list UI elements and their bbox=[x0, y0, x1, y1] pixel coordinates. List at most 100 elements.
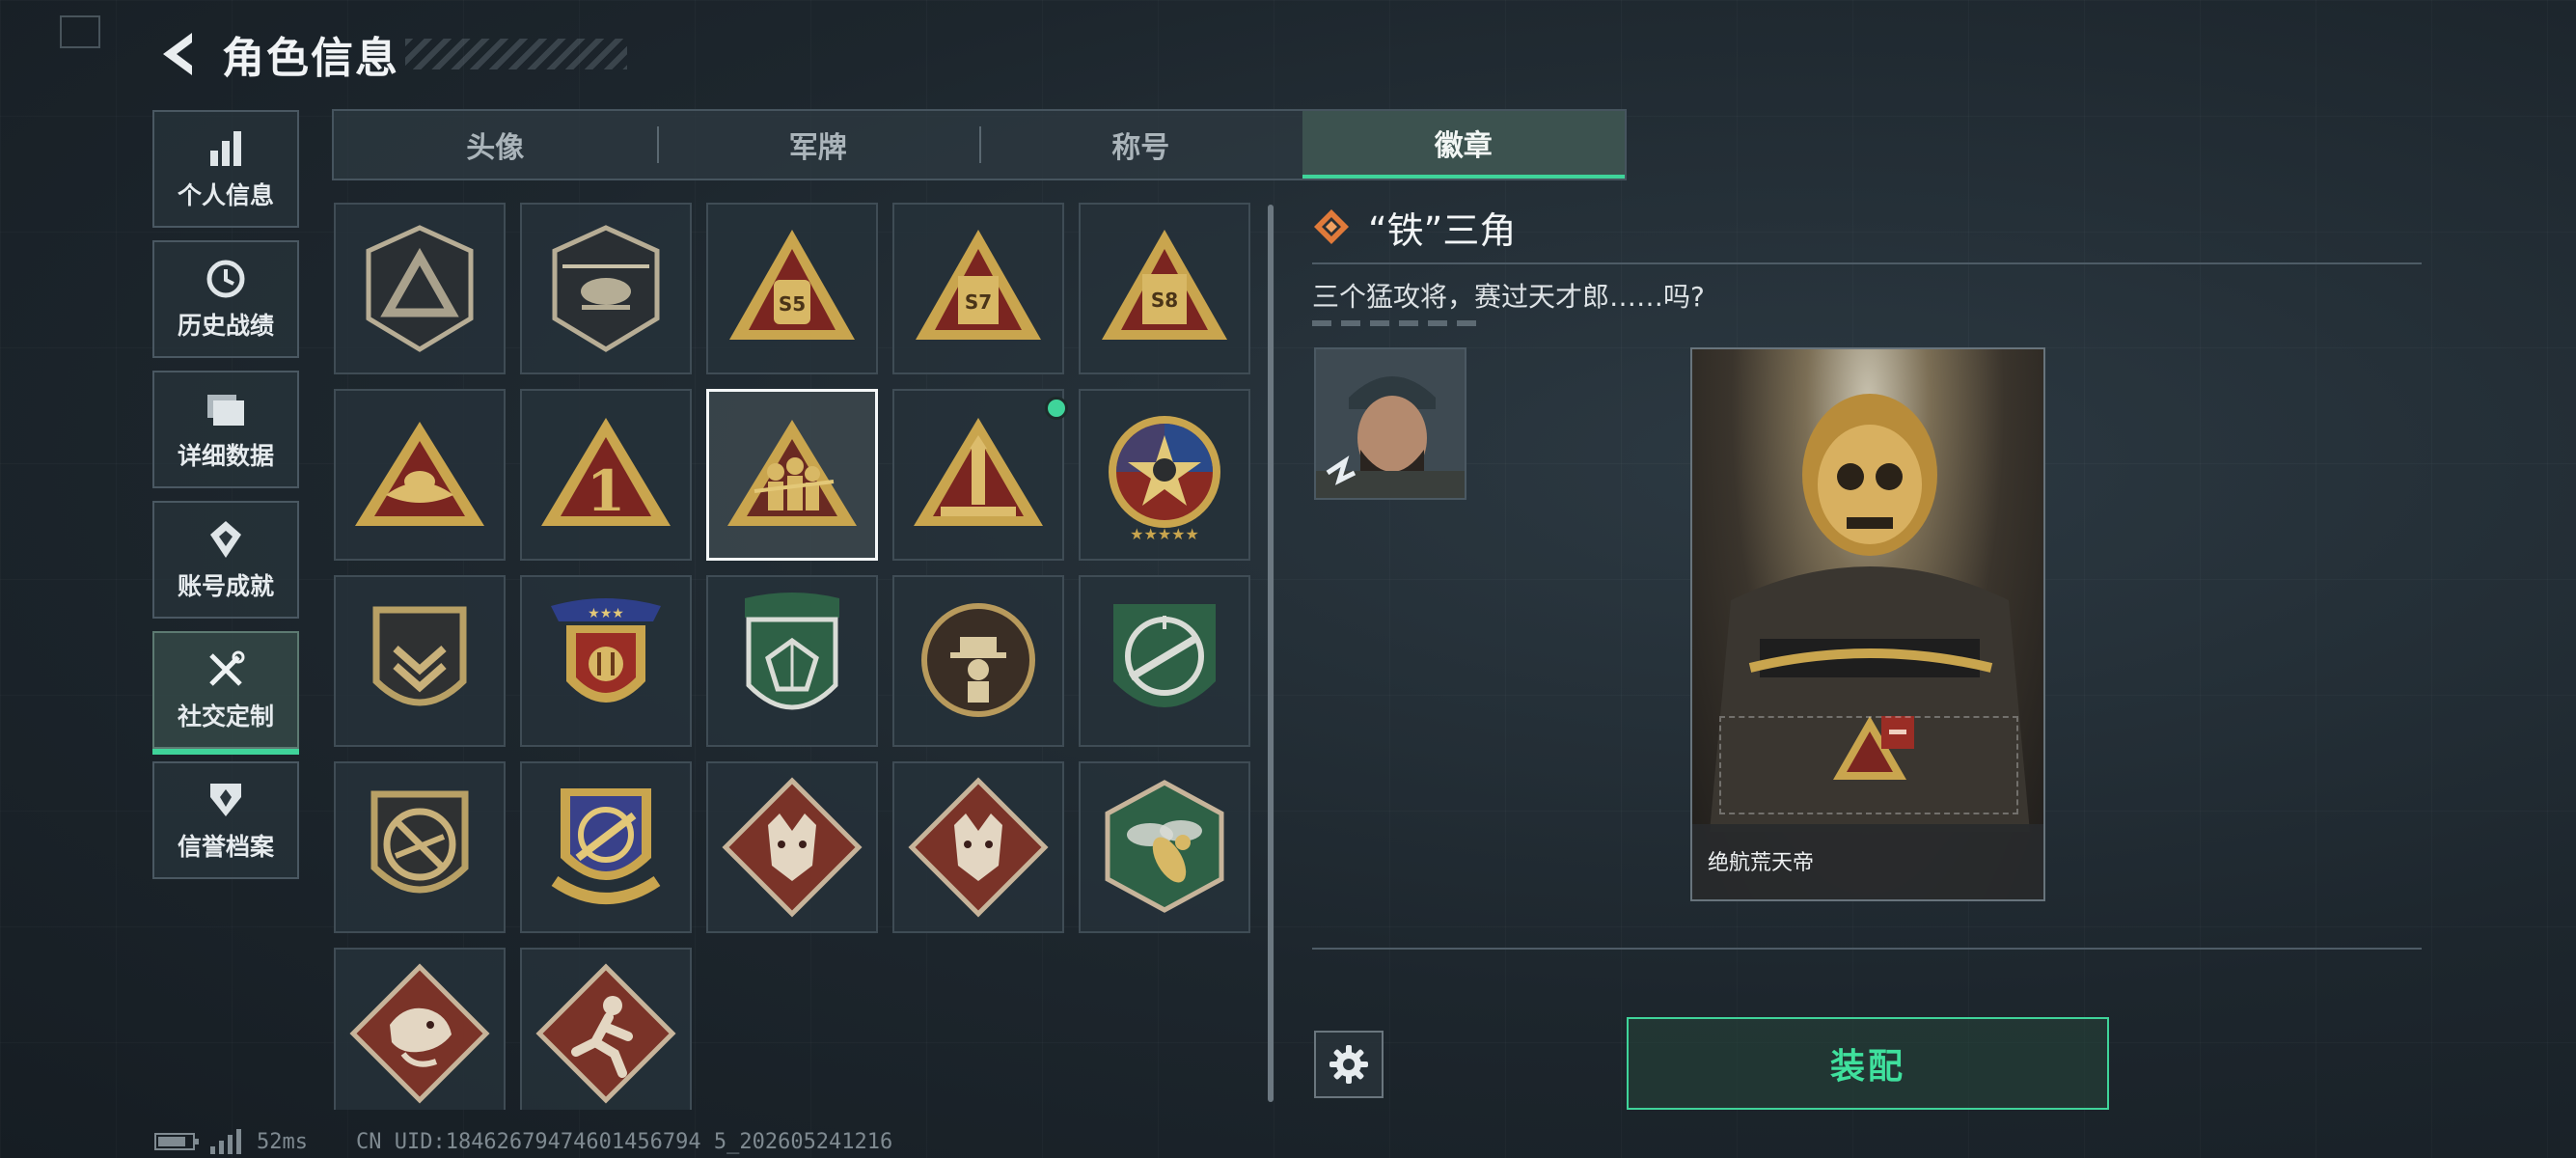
settings-button[interactable] bbox=[1314, 1031, 1384, 1098]
badge-cell[interactable]: S5 bbox=[706, 203, 878, 374]
preview-caption: 绝航荒天帝 bbox=[1692, 824, 2043, 899]
svg-text:★★★★★: ★★★★★ bbox=[1130, 525, 1199, 543]
badge-cell[interactable] bbox=[706, 575, 878, 747]
sidebar-item-personal-info[interactable]: 个人信息 bbox=[152, 110, 299, 228]
helicopter-badge-icon bbox=[552, 225, 660, 352]
battery-icon bbox=[154, 1133, 199, 1150]
badge-cell[interactable] bbox=[892, 761, 1064, 933]
badge-grid: S5 S7 S8 1 ★★★★★ ★★★ bbox=[334, 203, 1250, 1110]
badge-text: S5 bbox=[779, 292, 806, 316]
dragon-diamond-badge-icon bbox=[349, 963, 490, 1104]
rifle-green-shield-badge-icon bbox=[1113, 604, 1216, 707]
back-arrow-icon bbox=[163, 33, 192, 75]
badge-cell[interactable] bbox=[520, 948, 692, 1110]
tab-dog-tag[interactable]: 军牌 bbox=[656, 111, 980, 179]
hat-figure-round-badge-icon bbox=[921, 603, 1035, 717]
three-soldiers-triangle-badge-icon bbox=[727, 420, 857, 526]
s8-triangle-badge-icon: S8 bbox=[1102, 230, 1227, 340]
badge-cell[interactable] bbox=[520, 761, 692, 933]
description-decoration bbox=[1312, 320, 1476, 326]
sidebar-item-credit-record[interactable]: 信誉档案 bbox=[152, 761, 299, 879]
badge-cell-selected[interactable] bbox=[706, 389, 878, 561]
divider bbox=[1312, 948, 2422, 950]
badge-cell[interactable] bbox=[892, 575, 1064, 747]
tab-badge[interactable]: 徽章 bbox=[1302, 111, 1625, 179]
badge-text: 1 bbox=[587, 458, 625, 524]
back-button[interactable] bbox=[154, 27, 201, 81]
sidebar-item-label: 社交定制 bbox=[177, 703, 274, 731]
character-preview-card[interactable]: 绝航荒天帝 bbox=[1690, 347, 2045, 901]
equip-button[interactable]: 装配 bbox=[1627, 1017, 2109, 1110]
badge-cell[interactable]: ★★★★★ bbox=[1079, 389, 1250, 561]
new-indicator-dot bbox=[1045, 397, 1068, 420]
wolf-diamond-badge-icon bbox=[722, 777, 863, 918]
wolf-diamond-badge-icon bbox=[908, 777, 1049, 918]
uid-text: CN UID:18462679474601456794 5_2026052412… bbox=[355, 1129, 893, 1154]
badge-detail-panel: “铁”三角 三个猛攻将，赛过天才郎……吗? 绝航荒天帝 装配 bbox=[1312, 203, 2424, 1119]
badge-text: S7 bbox=[965, 290, 992, 314]
bird-triangle-badge-icon bbox=[355, 422, 484, 526]
title-decoration bbox=[405, 39, 627, 69]
sidebar-item-history[interactable]: 历史战绩 bbox=[152, 240, 299, 358]
sidebar-item-label: 账号成就 bbox=[177, 572, 274, 600]
bar-chart-icon bbox=[204, 126, 248, 171]
badge-cell[interactable] bbox=[334, 203, 506, 374]
sidebar-item-label: 信誉档案 bbox=[177, 833, 274, 861]
badge-cell[interactable]: ★★★ bbox=[520, 575, 692, 747]
sidebar-item-label: 历史战绩 bbox=[177, 312, 274, 340]
gem-green-shield-badge-icon bbox=[745, 593, 839, 710]
sidebar-item-social-custom[interactable]: 社交定制 bbox=[152, 631, 299, 755]
medal-icon bbox=[204, 517, 248, 562]
stars-crest-badge-icon: ★★★ bbox=[551, 598, 661, 703]
badge-cell[interactable] bbox=[520, 203, 692, 374]
badge-grid-scrollbar[interactable] bbox=[1268, 205, 1274, 1102]
badge-cell[interactable]: 1 bbox=[520, 389, 692, 561]
sidebar-item-detailed-data[interactable]: 详细数据 bbox=[152, 371, 299, 488]
badge-cell[interactable] bbox=[892, 389, 1068, 561]
badge-cell[interactable] bbox=[1079, 575, 1250, 747]
badge-cell[interactable]: S8 bbox=[1079, 203, 1250, 374]
status-bar: 52ms CN UID:18462679474601456794 5_20260… bbox=[154, 1129, 892, 1154]
badge-cell[interactable] bbox=[334, 389, 506, 561]
tab-avatar[interactable]: 头像 bbox=[334, 111, 657, 179]
history-clock-icon bbox=[204, 257, 248, 301]
wrench-screwdriver-icon bbox=[204, 648, 248, 692]
diamond-rank-icon bbox=[1314, 209, 1349, 244]
folder-icon bbox=[204, 387, 248, 431]
gear-icon bbox=[1329, 1045, 1368, 1084]
number-one-triangle-badge-icon: 1 bbox=[541, 418, 671, 526]
category-tabs: 头像 军牌 称号 徽章 bbox=[332, 109, 1627, 180]
badge-cell[interactable] bbox=[334, 575, 506, 747]
page-title: 角色信息 bbox=[222, 34, 399, 83]
ping-value: 52ms bbox=[257, 1129, 308, 1154]
svg-text:★★★: ★★★ bbox=[588, 606, 624, 621]
corner-frame-mark bbox=[60, 15, 100, 48]
avatar bbox=[1314, 347, 1466, 500]
badge-text: S8 bbox=[1151, 289, 1178, 312]
badge-cell[interactable] bbox=[334, 948, 506, 1110]
chevron-shield-badge-icon bbox=[372, 606, 467, 706]
wasp-hexagon-badge-icon bbox=[1105, 780, 1224, 913]
badge-description: 三个猛攻将，赛过天才郎……吗? bbox=[1312, 281, 1705, 313]
sidebar-item-achievements[interactable]: 账号成就 bbox=[152, 501, 299, 619]
no-rifle-shield-badge-icon bbox=[370, 790, 469, 894]
divider bbox=[1312, 262, 2422, 264]
sidebar-item-label: 个人信息 bbox=[177, 181, 274, 209]
page-header: 角色信息 bbox=[154, 25, 627, 83]
triangle-logo-badge-icon bbox=[366, 225, 474, 352]
star-round-badge-icon: ★★★★★ bbox=[1109, 416, 1220, 543]
signal-icon bbox=[210, 1129, 241, 1154]
runner-diamond-badge-icon bbox=[535, 963, 676, 1104]
badge-cell[interactable]: S7 bbox=[892, 203, 1064, 374]
shield-badge-icon bbox=[204, 778, 248, 822]
badge-title: “铁”三角 bbox=[1368, 208, 1517, 252]
rocket-triangle-badge-icon bbox=[914, 418, 1043, 526]
preview-badge-frame bbox=[1719, 716, 2018, 814]
crosshair-crest-badge-icon bbox=[551, 788, 661, 904]
badge-cell[interactable] bbox=[1079, 761, 1250, 933]
tab-title[interactable]: 称号 bbox=[979, 111, 1302, 179]
sidebar: 个人信息 历史战绩 详细数据 账号成就 社交定制 信誉档案 bbox=[152, 110, 301, 892]
badge-cell[interactable] bbox=[706, 761, 878, 933]
badge-cell[interactable] bbox=[334, 761, 506, 933]
s5-triangle-badge-icon: S5 bbox=[729, 230, 855, 340]
